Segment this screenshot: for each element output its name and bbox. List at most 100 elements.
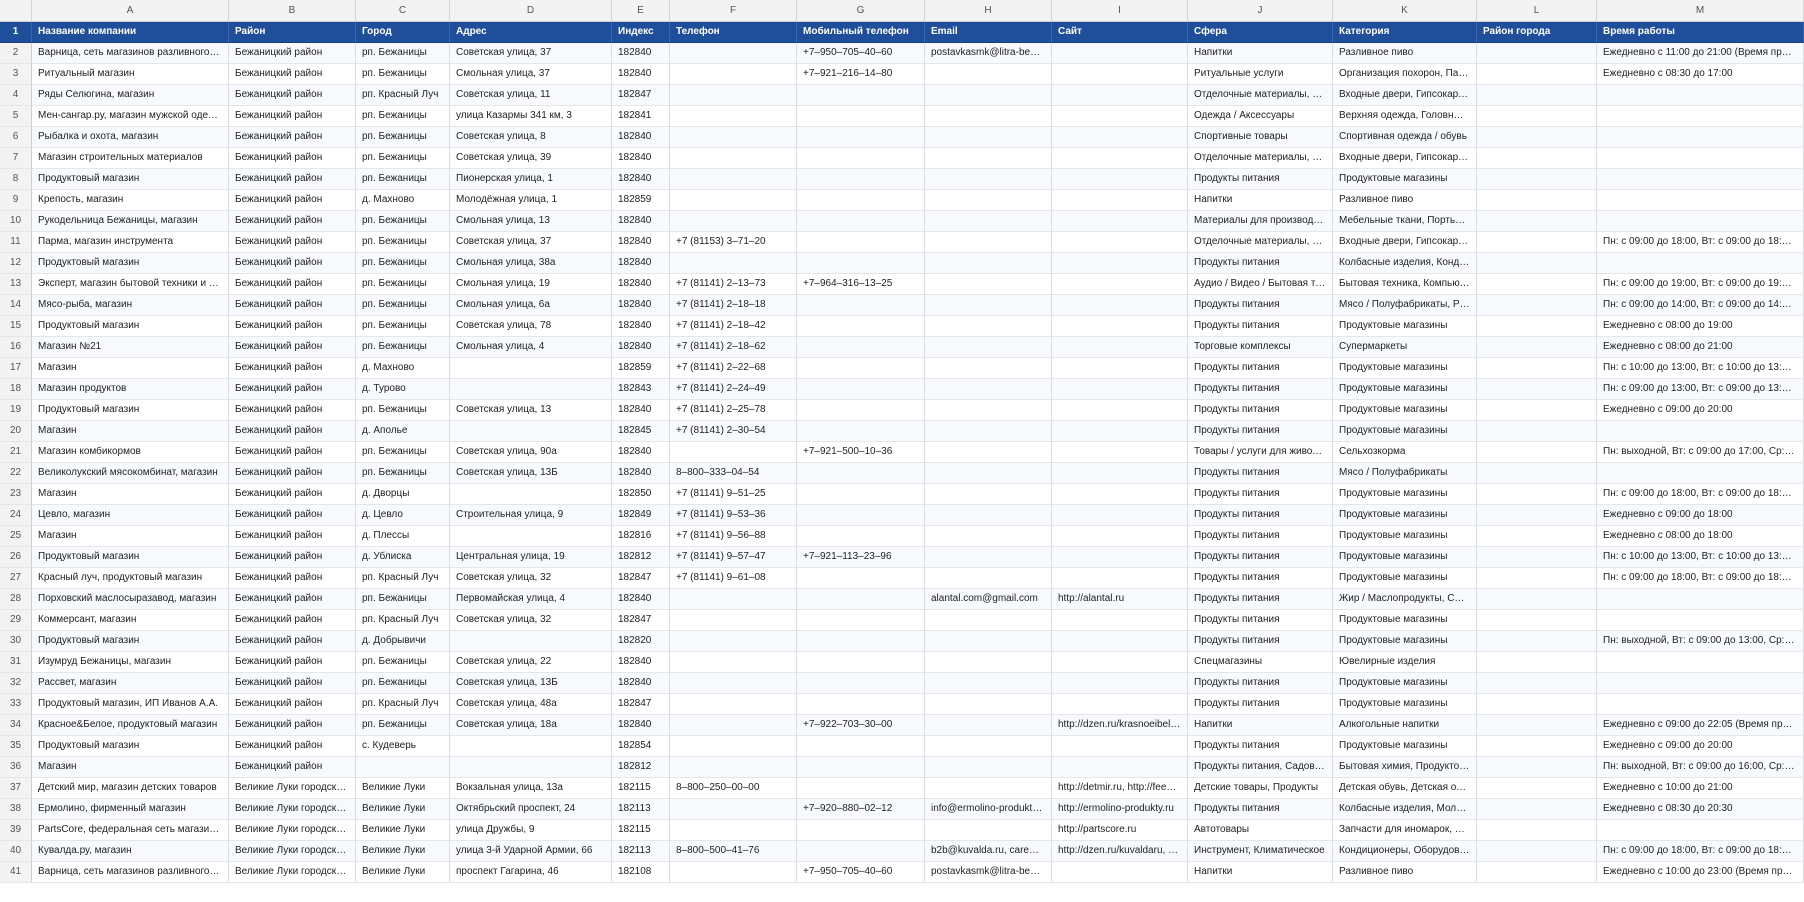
table-cell[interactable]: Бежаницкий район bbox=[229, 43, 356, 64]
table-cell[interactable] bbox=[1052, 463, 1188, 484]
table-cell[interactable] bbox=[797, 757, 925, 778]
table-cell[interactable]: Советская улица, 13 bbox=[450, 400, 612, 421]
table-cell[interactable] bbox=[1597, 127, 1804, 148]
table-cell[interactable] bbox=[925, 232, 1052, 253]
table-cell[interactable] bbox=[925, 526, 1052, 547]
table-cell[interactable]: Входные двери, Гипсокартон bbox=[1333, 85, 1477, 106]
table-cell[interactable] bbox=[670, 148, 797, 169]
table-cell[interactable]: Советская улица, 32 bbox=[450, 610, 612, 631]
table-cell[interactable]: 182849 bbox=[612, 505, 670, 526]
table-cell[interactable]: Центральная улица, 19 bbox=[450, 547, 612, 568]
table-cell[interactable] bbox=[925, 757, 1052, 778]
table-cell[interactable] bbox=[1052, 505, 1188, 526]
table-cell[interactable]: +7–921–500–10–36 bbox=[797, 442, 925, 463]
table-cell[interactable]: Продукты питания bbox=[1188, 463, 1333, 484]
table-cell[interactable]: 182840 bbox=[612, 43, 670, 64]
column-header-b[interactable]: B bbox=[229, 0, 356, 22]
table-cell[interactable] bbox=[925, 610, 1052, 631]
table-cell[interactable]: Напитки bbox=[1188, 715, 1333, 736]
select-all-corner[interactable] bbox=[0, 0, 32, 22]
table-cell[interactable]: Советская улица, 39 bbox=[450, 148, 612, 169]
table-cell[interactable]: Продукты питания bbox=[1188, 316, 1333, 337]
table-cell[interactable] bbox=[1477, 778, 1597, 799]
table-cell[interactable] bbox=[925, 379, 1052, 400]
header-cell[interactable]: Название компании bbox=[32, 22, 229, 43]
row-number[interactable]: 8 bbox=[0, 169, 32, 190]
table-cell[interactable] bbox=[797, 631, 925, 652]
table-cell[interactable]: Бежаницкий район bbox=[229, 85, 356, 106]
table-cell[interactable] bbox=[797, 337, 925, 358]
table-cell[interactable] bbox=[670, 127, 797, 148]
table-cell[interactable] bbox=[670, 64, 797, 85]
table-cell[interactable]: Продуктовые магазины bbox=[1333, 169, 1477, 190]
table-cell[interactable]: +7 (81141) 2–25–78 bbox=[670, 400, 797, 421]
header-cell[interactable]: Мобильный телефон bbox=[797, 22, 925, 43]
table-cell[interactable]: Смольная улица, 19 bbox=[450, 274, 612, 295]
table-cell[interactable] bbox=[1052, 85, 1188, 106]
table-cell[interactable] bbox=[670, 169, 797, 190]
table-cell[interactable]: 182840 bbox=[612, 337, 670, 358]
table-cell[interactable]: 182847 bbox=[612, 694, 670, 715]
table-cell[interactable] bbox=[1052, 442, 1188, 463]
table-cell[interactable]: Магазин продуктов bbox=[32, 379, 229, 400]
table-cell[interactable] bbox=[1477, 316, 1597, 337]
row-number[interactable]: 31 bbox=[0, 652, 32, 673]
table-cell[interactable] bbox=[797, 358, 925, 379]
table-cell[interactable] bbox=[670, 589, 797, 610]
row-number[interactable]: 41 bbox=[0, 862, 32, 883]
table-cell[interactable] bbox=[797, 463, 925, 484]
column-header-a[interactable]: A bbox=[32, 0, 229, 22]
table-cell[interactable]: Бежаницкий район bbox=[229, 358, 356, 379]
table-cell[interactable]: рп. Бежаницы bbox=[356, 211, 450, 232]
column-header-k[interactable]: K bbox=[1333, 0, 1477, 22]
table-cell[interactable]: Мясо / Полуфабрикаты bbox=[1333, 463, 1477, 484]
table-cell[interactable] bbox=[925, 631, 1052, 652]
table-cell[interactable]: 182840 bbox=[612, 589, 670, 610]
header-cell[interactable]: Индекс bbox=[612, 22, 670, 43]
table-cell[interactable]: Пн: с 09:00 до 18:00, Вт: с 09:00 до 18:… bbox=[1597, 484, 1804, 505]
table-cell[interactable]: д. Махново bbox=[356, 358, 450, 379]
table-cell[interactable]: 182816 bbox=[612, 526, 670, 547]
table-cell[interactable] bbox=[1477, 652, 1597, 673]
table-cell[interactable] bbox=[1477, 379, 1597, 400]
table-cell[interactable]: рп. Бежаницы bbox=[356, 274, 450, 295]
table-cell[interactable]: Продуктовые магазины bbox=[1333, 568, 1477, 589]
table-cell[interactable]: Цевло, магазин bbox=[32, 505, 229, 526]
row-number[interactable]: 40 bbox=[0, 841, 32, 862]
table-cell[interactable] bbox=[1052, 169, 1188, 190]
row-number[interactable]: 7 bbox=[0, 148, 32, 169]
table-cell[interactable]: рп. Бежаницы bbox=[356, 106, 450, 127]
table-cell[interactable]: Великие Луки городской округ bbox=[229, 778, 356, 799]
table-cell[interactable] bbox=[925, 295, 1052, 316]
table-cell[interactable]: Пн: с 09:00 до 18:00, Вт: с 09:00 до 18:… bbox=[1597, 568, 1804, 589]
table-cell[interactable]: info@ermolino-produkty.ru bbox=[925, 799, 1052, 820]
table-cell[interactable]: рп. Бежаницы bbox=[356, 316, 450, 337]
table-cell[interactable] bbox=[670, 673, 797, 694]
table-cell[interactable]: д. Добрывичи bbox=[356, 631, 450, 652]
table-cell[interactable]: +7 (81141) 2–13–73 bbox=[670, 274, 797, 295]
table-cell[interactable]: 182113 bbox=[612, 841, 670, 862]
table-cell[interactable] bbox=[1052, 694, 1188, 715]
table-cell[interactable] bbox=[1477, 127, 1597, 148]
table-cell[interactable] bbox=[797, 211, 925, 232]
table-cell[interactable]: Продуктовые магазины bbox=[1333, 610, 1477, 631]
table-cell[interactable] bbox=[1052, 274, 1188, 295]
table-cell[interactable] bbox=[1477, 484, 1597, 505]
table-cell[interactable]: Продукты питания bbox=[1188, 799, 1333, 820]
table-cell[interactable] bbox=[1052, 757, 1188, 778]
table-cell[interactable]: Бежаницкий район bbox=[229, 421, 356, 442]
table-cell[interactable]: 182840 bbox=[612, 442, 670, 463]
table-cell[interactable] bbox=[1052, 400, 1188, 421]
table-cell[interactable] bbox=[1052, 484, 1188, 505]
table-cell[interactable] bbox=[797, 232, 925, 253]
table-cell[interactable] bbox=[797, 778, 925, 799]
table-cell[interactable]: Бежаницкий район bbox=[229, 505, 356, 526]
row-number[interactable]: 23 bbox=[0, 484, 32, 505]
table-cell[interactable] bbox=[797, 484, 925, 505]
column-header-f[interactable]: F bbox=[670, 0, 797, 22]
table-cell[interactable]: +7 (81141) 9–57–47 bbox=[670, 547, 797, 568]
table-cell[interactable] bbox=[450, 484, 612, 505]
table-cell[interactable]: улица Дружбы, 9 bbox=[450, 820, 612, 841]
table-cell[interactable] bbox=[1052, 295, 1188, 316]
table-cell[interactable]: Красный луч, продуктовый магазин bbox=[32, 568, 229, 589]
